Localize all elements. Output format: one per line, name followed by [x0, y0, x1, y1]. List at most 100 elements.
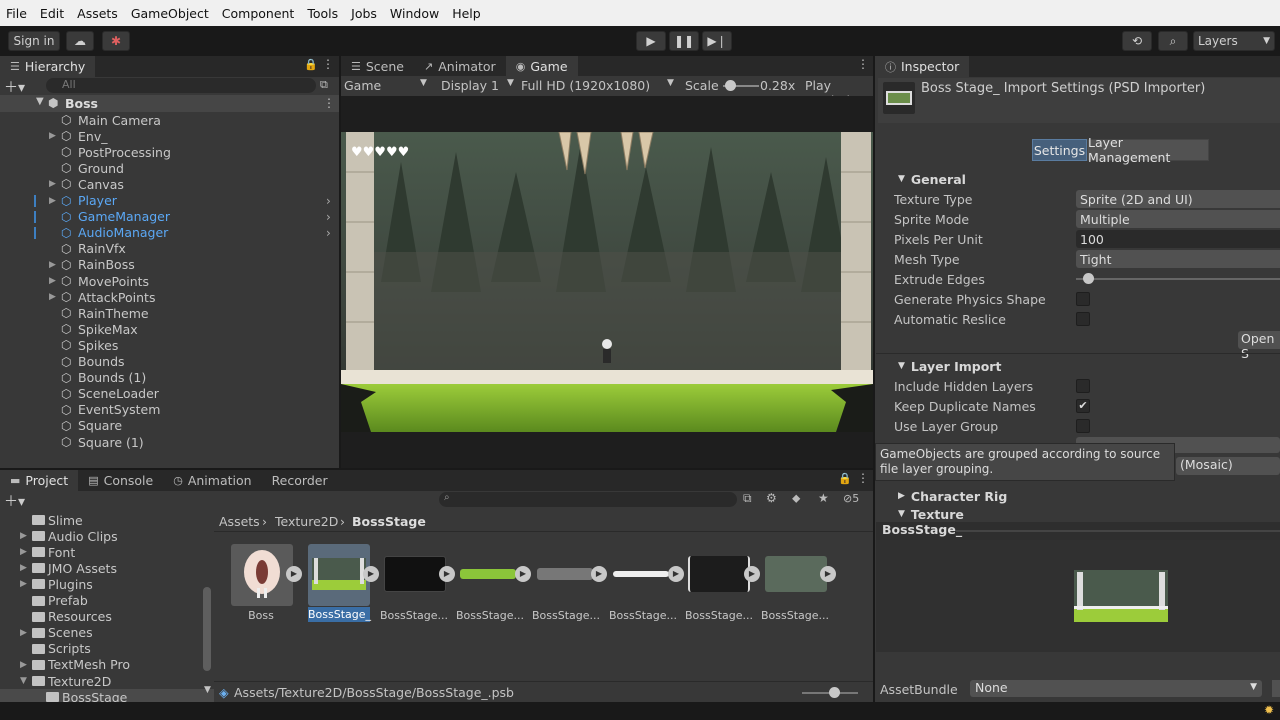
hierarchy-search-input[interactable]: All [46, 78, 316, 93]
menu-gameobject[interactable]: GameObject [131, 6, 209, 21]
project-add-button[interactable]: ＋▾ [4, 491, 25, 511]
filter-icon[interactable]: ⧉ [320, 78, 328, 92]
expand-asset-icon[interactable]: ▶ [668, 566, 684, 582]
game-render[interactable]: ♥♥♥♥♥ [341, 132, 873, 432]
menu-window[interactable]: Window [390, 6, 439, 21]
history-icon[interactable]: ⟲ [1122, 31, 1152, 51]
include-hidden-checkbox[interactable] [1076, 379, 1090, 393]
expand-asset-icon[interactable]: ▶ [363, 566, 379, 582]
label-tag-icon[interactable]: ⬥ [792, 491, 800, 506]
hierarchy-item[interactable]: ⬡ Ground [0, 160, 339, 176]
general-section-header[interactable]: ▼ General [876, 169, 1280, 189]
expand-arrow-icon[interactable]: ▶ [20, 563, 27, 573]
layers-dropdown[interactable]: Layers ▼ [1193, 31, 1275, 51]
expand-arrow-icon[interactable]: ▶ [20, 660, 27, 670]
extrude-edges-slider[interactable] [1076, 278, 1280, 280]
scene-menu-icon[interactable]: ⋮ [323, 96, 335, 110]
hierarchy-item[interactable]: ⬡ RainVfx [0, 241, 339, 257]
character-rig-section-header[interactable]: ▶ Character Rig [876, 486, 1280, 506]
tab-project[interactable]: ▬ Project [0, 470, 79, 491]
lock-icon[interactable]: 🔒 [304, 58, 318, 71]
asset-layer-thumb[interactable] [460, 569, 516, 579]
hierarchy-item[interactable]: ⬡ Spikes [0, 337, 339, 353]
project-folder-item[interactable]: Scripts [0, 641, 214, 657]
asset-layer-thumb[interactable] [613, 571, 669, 577]
tab-game[interactable]: ◉ Game [505, 56, 578, 77]
filter-type-icon[interactable]: ⚙ [766, 491, 777, 505]
center-more-icon[interactable]: ⋮ [857, 57, 869, 71]
project-folder-item[interactable]: Slime [0, 512, 214, 528]
menu-help[interactable]: Help [452, 6, 481, 21]
hierarchy-item[interactable]: ⬡ Main Camera [0, 112, 339, 128]
favorite-star-icon[interactable]: ★ [818, 491, 829, 505]
scale-slider-handle[interactable] [725, 80, 736, 91]
expand-arrow-icon[interactable]: ▶ [20, 547, 27, 557]
menu-assets[interactable]: Assets [77, 6, 118, 21]
hierarchy-item[interactable]: ⬡ SceneLoader [0, 386, 339, 402]
hierarchy-item[interactable]: ▶ ⬡ Canvas [0, 176, 339, 192]
game-mode-dropdown[interactable]: Game ▼ [344, 78, 430, 93]
keep-duplicate-checkbox[interactable]: ✔ [1076, 399, 1090, 413]
project-folder-item[interactable]: ▶ JMO Assets [0, 560, 214, 576]
hierarchy-item[interactable]: ▶ › ⬡ Player [0, 193, 339, 209]
open-prefab-icon[interactable]: › [326, 210, 331, 224]
menu-component[interactable]: Component [222, 6, 295, 21]
more-icon[interactable]: ⋮ [322, 57, 334, 71]
use-layer-group-checkbox[interactable] [1076, 419, 1090, 433]
hierarchy-item[interactable]: ⬡ Square (1) [0, 434, 339, 450]
expand-arrow-icon[interactable]: ▶ [49, 260, 56, 270]
asset-layer-thumb[interactable] [765, 556, 827, 592]
project-folder-item[interactable]: ▼ Texture2D [0, 673, 214, 689]
pause-button[interactable]: ❚❚ [669, 31, 699, 51]
project-more-icon[interactable]: ⋮ [857, 471, 869, 485]
asset-layer-thumb[interactable] [688, 556, 750, 592]
mesh-type-dropdown[interactable]: Tight [1076, 250, 1280, 268]
project-search-input[interactable]: ⌕ [439, 492, 737, 507]
expand-arrow-icon[interactable]: ▶ [20, 628, 27, 638]
open-prefab-icon[interactable]: › [326, 194, 331, 208]
hierarchy-item[interactable]: ▶ ⬡ Env_ [0, 128, 339, 144]
hierarchy-item[interactable]: ⬡ RainTheme [0, 305, 339, 321]
resolution-dropdown[interactable]: Full HD (1920x1080) ▼ [521, 78, 677, 93]
display-dropdown[interactable]: Display 1 ▼ [441, 78, 519, 93]
step-button[interactable]: ▶❘ [702, 31, 732, 51]
expand-arrow-icon[interactable]: ▶ [49, 276, 56, 286]
asset-layer-thumb[interactable] [384, 556, 446, 592]
hierarchy-item[interactable]: ▶ ⬡ AttackPoints [0, 289, 339, 305]
hidden-count[interactable]: ⊘5 [843, 492, 859, 505]
expand-asset-icon[interactable]: ▶ [286, 566, 302, 582]
expand-arrow-icon[interactable]: ▶ [20, 579, 27, 589]
hierarchy-item[interactable]: ⬡ PostProcessing [0, 144, 339, 160]
expand-asset-icon[interactable]: ▶ [439, 566, 455, 582]
breadcrumb-bossstage[interactable]: BossStage [352, 514, 426, 529]
expand-arrow-icon[interactable]: ▶ [49, 292, 56, 302]
project-folder-item[interactable]: ▶ Scenes [0, 625, 214, 641]
project-lock-icon[interactable]: 🔒 [838, 472, 852, 485]
search-icon[interactable]: ⌕ [1158, 31, 1188, 51]
asset-boss-thumb[interactable] [231, 544, 293, 606]
menu-edit[interactable]: Edit [40, 6, 64, 21]
project-folder-item[interactable]: ▶ Plugins [0, 576, 214, 592]
assetbundle-variant-dropdown[interactable] [1272, 680, 1280, 697]
hierarchy-item[interactable]: › ⬡ AudioManager [0, 225, 339, 241]
expand-asset-icon[interactable]: ▶ [591, 566, 607, 582]
tab-hierarchy[interactable]: ☰ Hierarchy [0, 56, 96, 77]
hierarchy-item[interactable]: ⬡ EventSystem [0, 402, 339, 418]
open-prefab-icon[interactable]: › [326, 226, 331, 240]
layer-import-section-header[interactable]: ▼ Layer Import [876, 356, 1280, 376]
cloud-icon[interactable]: ☁ [66, 31, 94, 51]
play-button[interactable]: ▶ [636, 31, 666, 51]
expand-asset-icon[interactable]: ▶ [744, 566, 760, 582]
tab-recorder[interactable]: Recorder [262, 470, 338, 491]
layer-management-tab-button[interactable]: Layer Management [1087, 135, 1209, 165]
menu-file[interactable]: File [6, 6, 27, 21]
project-folder-item[interactable]: Prefab [0, 593, 214, 609]
project-folder-item[interactable]: ▶ Audio Clips [0, 528, 214, 544]
asset-bossstage-thumb[interactable] [308, 544, 370, 606]
zoom-slider-handle[interactable] [829, 687, 840, 698]
tab-console[interactable]: ▤ Console [78, 470, 163, 491]
hierarchy-item[interactable]: ▶ ⬡ MovePoints [0, 273, 339, 289]
project-folder-item[interactable]: Resources [0, 609, 214, 625]
expand-asset-icon[interactable]: ▶ [820, 566, 836, 582]
project-folder-item[interactable]: ▶ TextMesh Pro [0, 657, 214, 673]
